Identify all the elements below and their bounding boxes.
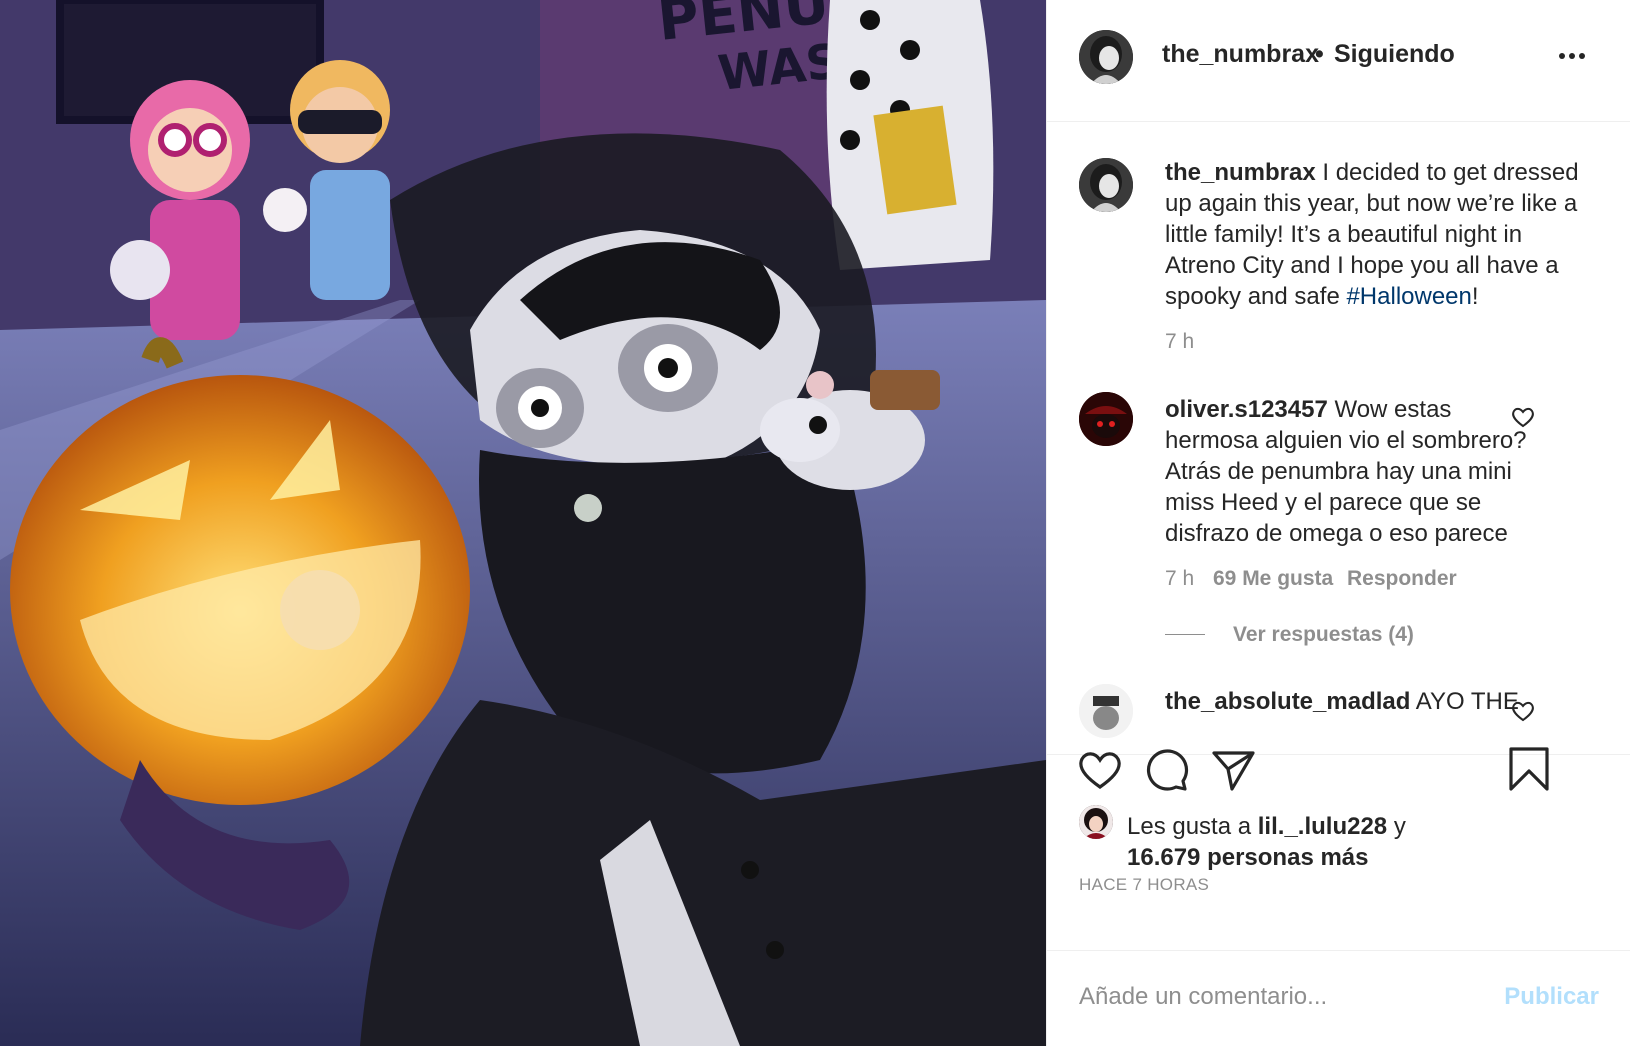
share-icon[interactable] [1211,747,1257,793]
publish-button[interactable]: Publicar [1504,983,1599,1011]
avatar-image [1079,805,1113,839]
post-header: the_numbrax • Siguiendo [1047,0,1630,122]
comment-likes: 69 Me gusta [1213,567,1333,591]
comment-icon[interactable] [1143,747,1189,793]
comment-likes-count[interactable]: 69 Me gusta [1213,567,1333,590]
view-replies-label[interactable]: Ver respuestas (4) [1233,623,1414,646]
commenter-avatar[interactable] [1079,684,1133,738]
avatar-image [1079,158,1133,212]
comments-list[interactable]: the_numbrax I decided to get dressed up … [1047,122,1630,754]
more-icon[interactable] [1557,46,1597,74]
post-image[interactable]: PENUM WAS [0,0,1046,1046]
caption-username[interactable]: the_numbrax [1165,159,1316,186]
comment-like-heart-icon[interactable] [1511,406,1535,428]
comment-input[interactable]: Añade un comentario... [1079,983,1327,1011]
follow-button[interactable]: Siguiendo [1334,40,1455,69]
comment-body: AYO THE [1415,688,1519,715]
avatar-image [1079,30,1133,84]
liker-avatar[interactable] [1079,805,1113,839]
view-replies-button: Ver respuestas (4) [1233,623,1414,647]
likes-connector: y [1387,813,1406,840]
author-avatar[interactable] [1079,30,1133,84]
caption-time: 7 h [1165,330,1195,353]
comment-like-heart-icon[interactable] [1511,700,1535,722]
header-separator: • [1315,40,1324,68]
commenter-avatar[interactable] [1079,392,1133,446]
header-username[interactable]: the_numbrax [1162,40,1319,69]
likes-prefix: Les gusta a [1127,813,1258,840]
likes-summary: Les gusta a lil._.lulu228 y 16.679 person… [1127,811,1467,873]
caption-end: ! [1471,283,1479,310]
caption-avatar[interactable] [1079,158,1133,212]
comment-username[interactable]: oliver.s123457 [1165,396,1328,423]
avatar-image [1079,684,1133,738]
replies-divider [1165,634,1205,635]
avatar-image [1079,392,1133,446]
add-comment-bar: Añade un comentario... Publicar [1047,950,1630,1046]
comment-time: 7 h [1165,567,1195,590]
reply-label[interactable]: Responder [1347,567,1457,590]
caption-text: the_numbrax I decided to get dressed up … [1165,157,1580,312]
likes-others[interactable]: 16.679 personas más [1127,844,1369,871]
actions-section: Les gusta a lil._.lulu228 y 16.679 person… [1047,747,1630,950]
comment-text: oliver.s123457 Wow estas hermosa alguien… [1165,394,1537,549]
liker-username[interactable]: lil._.lulu228 [1258,813,1387,840]
comment-username[interactable]: the_absolute_madlad [1165,688,1410,715]
bookmark-icon[interactable] [1507,745,1551,793]
halloween-artwork: PENUM WAS [0,0,1046,1046]
post-details-panel: the_numbrax • Siguiendo the_numbrax I de… [1046,0,1630,1046]
hashtag-link[interactable]: #Halloween [1346,283,1471,310]
reply-button: Responder [1347,567,1457,591]
heart-icon[interactable] [1077,749,1123,791]
post-timestamp[interactable]: HACE 7 HORAS [1079,875,1209,895]
